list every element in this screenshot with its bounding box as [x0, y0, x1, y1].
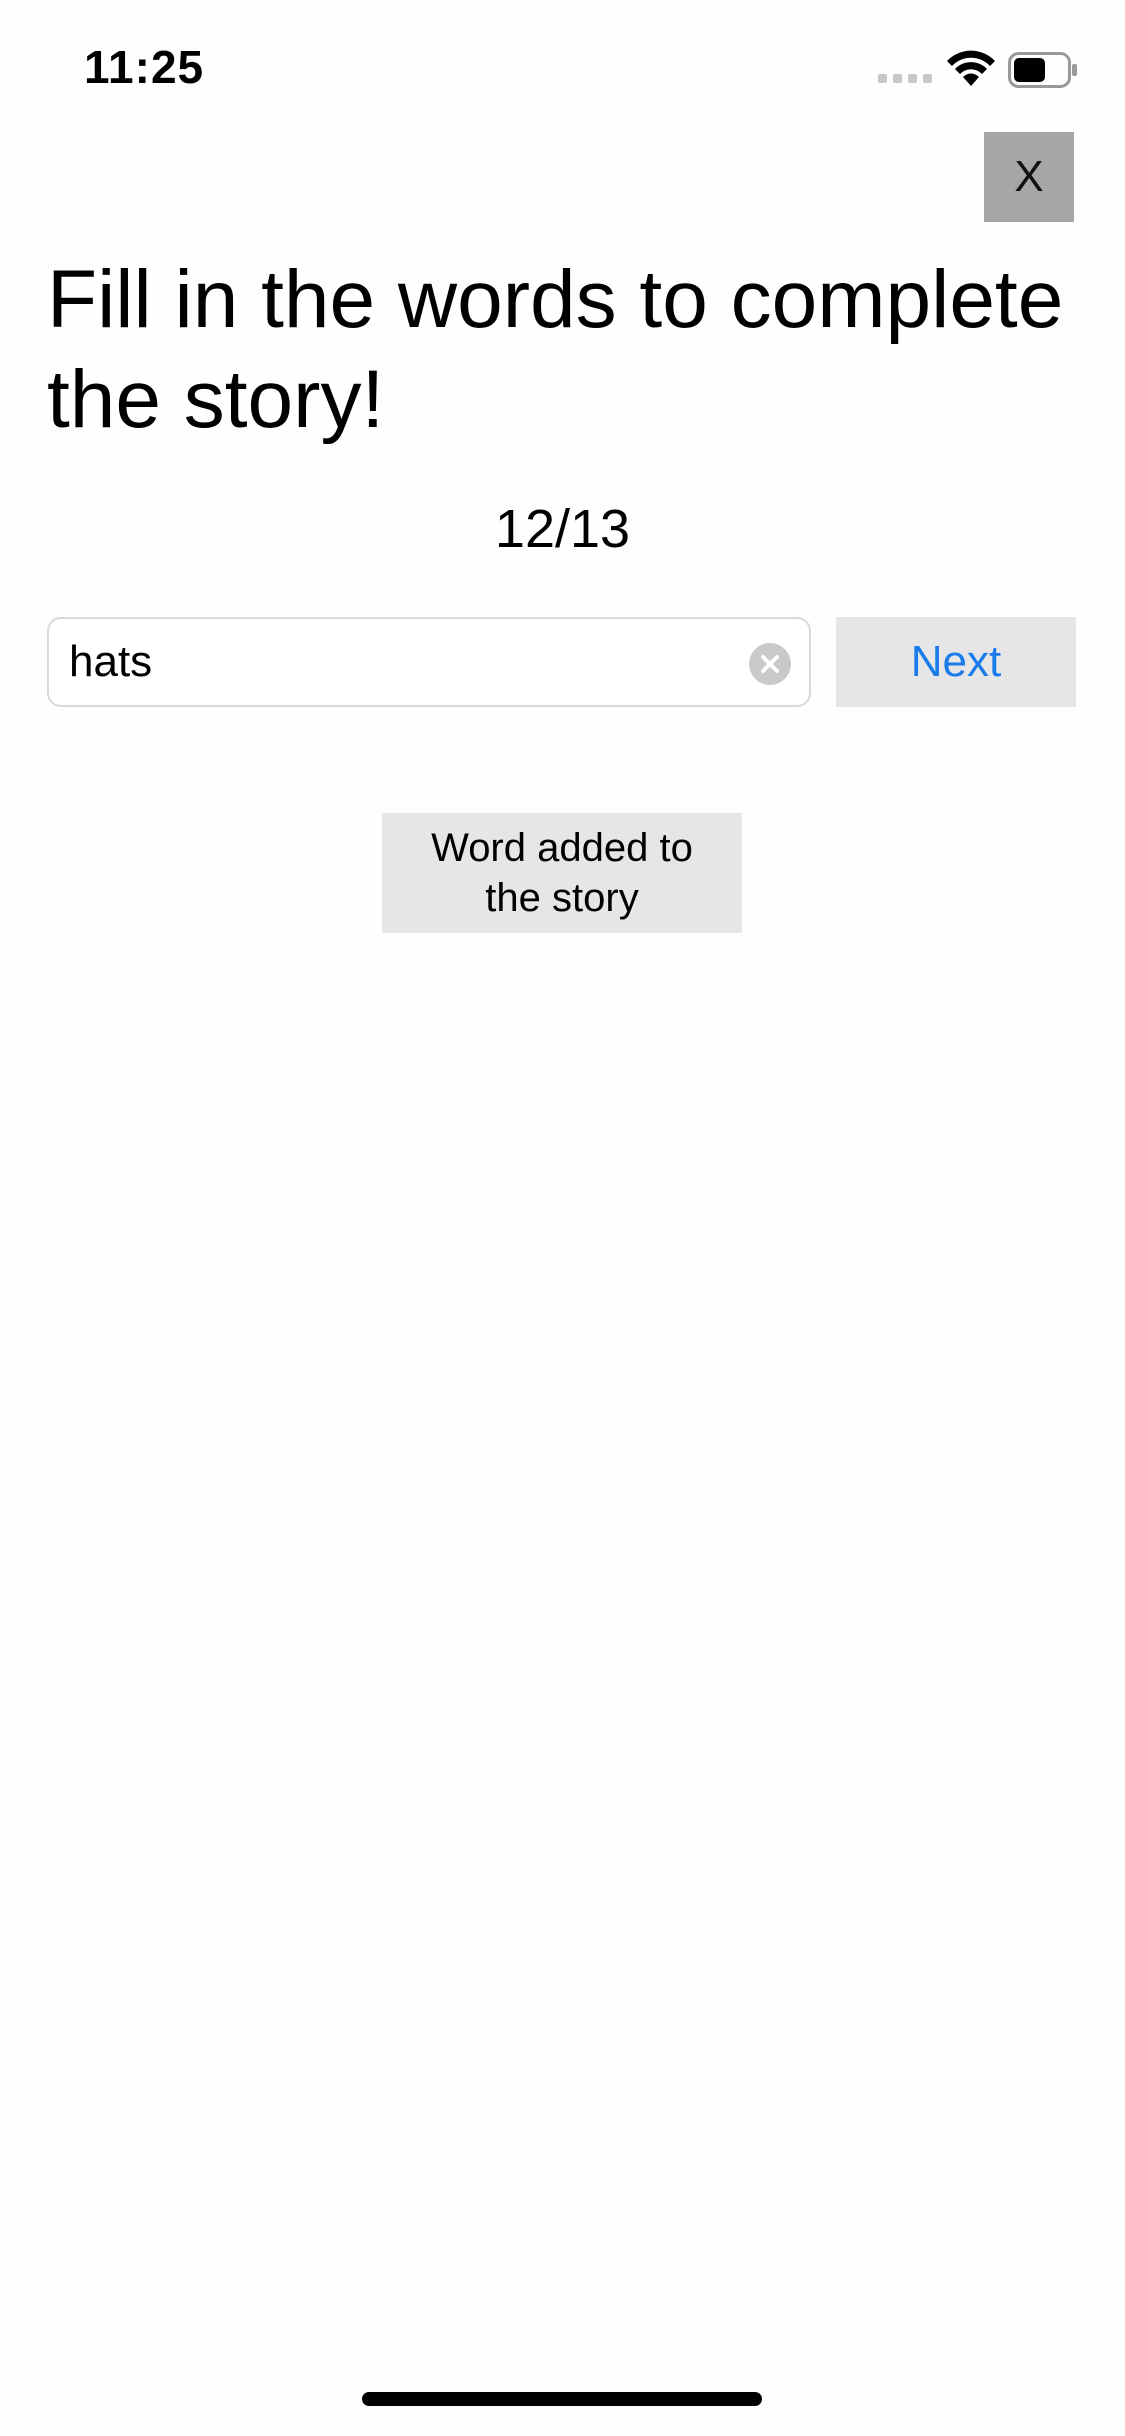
progress-counter: 12/13 — [494, 499, 631, 559]
page-title: Fill in the words to complete the story! — [47, 254, 1064, 445]
word-field[interactable] — [47, 617, 811, 707]
word-input[interactable] — [69, 619, 709, 705]
word-added-toast: Word added to the story — [382, 813, 742, 933]
battery-icon — [1008, 52, 1077, 88]
home-indicator[interactable] — [362, 2392, 762, 2406]
wifi-icon — [947, 50, 995, 86]
next-button[interactable]: Next — [836, 617, 1076, 707]
signal-icon — [878, 74, 932, 83]
status-bar: 11:25 — [0, 0, 1125, 140]
close-button[interactable]: X — [984, 132, 1074, 222]
clear-text-icon[interactable] — [749, 643, 791, 685]
x-mark-icon — [761, 655, 779, 673]
status-time: 11:25 — [84, 41, 205, 93]
